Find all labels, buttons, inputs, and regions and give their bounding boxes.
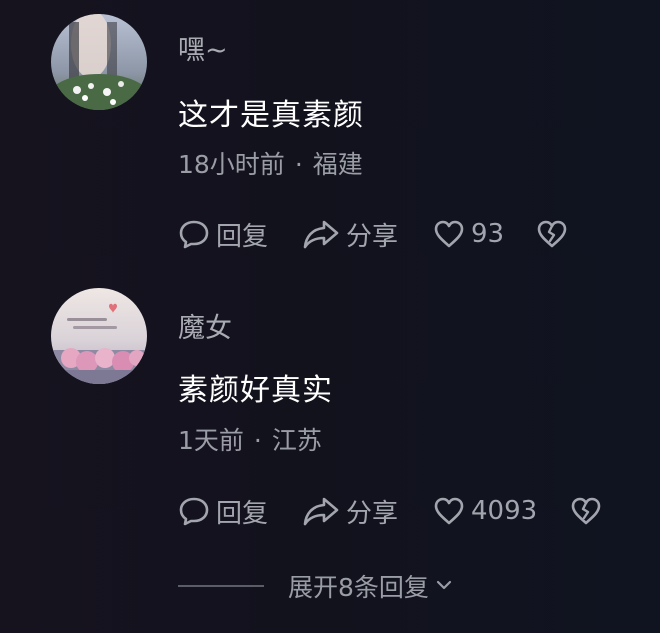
speech-bubble-icon <box>178 495 210 527</box>
like-count: 4093 <box>471 496 538 526</box>
expand-replies-button[interactable]: 展开8条回复 <box>178 566 498 606</box>
comment-meta: 18小时前 · 福建 <box>178 145 363 181</box>
heart-icon <box>433 495 465 527</box>
comment-time: 1天前 <box>178 426 244 455</box>
reply-label: 回复 <box>216 221 269 252</box>
separator-dot: · <box>253 426 262 455</box>
share-arrow-icon <box>302 218 340 250</box>
reply-button[interactable]: 回复 <box>178 214 268 254</box>
comment-time: 18小时前 <box>178 150 285 179</box>
share-label: 分享 <box>346 498 399 529</box>
heart-icon <box>433 218 465 250</box>
comment-actions: 回复 分享 93 <box>178 214 618 254</box>
divider-line <box>178 585 264 587</box>
dislike-button[interactable] <box>536 214 568 254</box>
like-count: 93 <box>471 219 505 249</box>
comment-location: 福建 <box>312 150 363 179</box>
speech-bubble-icon <box>178 218 210 250</box>
broken-heart-icon <box>570 495 602 527</box>
comment-meta: 1天前 · 江苏 <box>178 421 322 457</box>
separator-dot: · <box>294 150 303 179</box>
share-button[interactable]: 分享 <box>302 491 398 531</box>
comment-text: 这才是真素颜 <box>178 98 364 133</box>
comment-text: 素颜好真实 <box>178 373 333 408</box>
comment-actions: 回复 分享 4093 <box>178 491 618 531</box>
reply-button[interactable]: 回复 <box>178 491 268 531</box>
comment-location: 江苏 <box>271 426 322 455</box>
expand-replies-label: 展开8条回复 <box>288 573 429 602</box>
dislike-button[interactable] <box>570 491 602 531</box>
chevron-down-icon <box>435 577 453 596</box>
share-label: 分享 <box>346 221 399 252</box>
broken-heart-icon <box>536 218 568 250</box>
avatar[interactable] <box>51 288 147 384</box>
reply-label: 回复 <box>216 498 269 529</box>
avatar[interactable] <box>51 14 147 110</box>
share-button[interactable]: 分享 <box>302 214 398 254</box>
like-button[interactable]: 93 <box>433 214 504 254</box>
share-arrow-icon <box>302 495 340 527</box>
username[interactable]: 魔女 <box>178 306 232 345</box>
like-button[interactable]: 4093 <box>433 491 537 531</box>
username[interactable]: 嘿~ <box>178 28 228 67</box>
